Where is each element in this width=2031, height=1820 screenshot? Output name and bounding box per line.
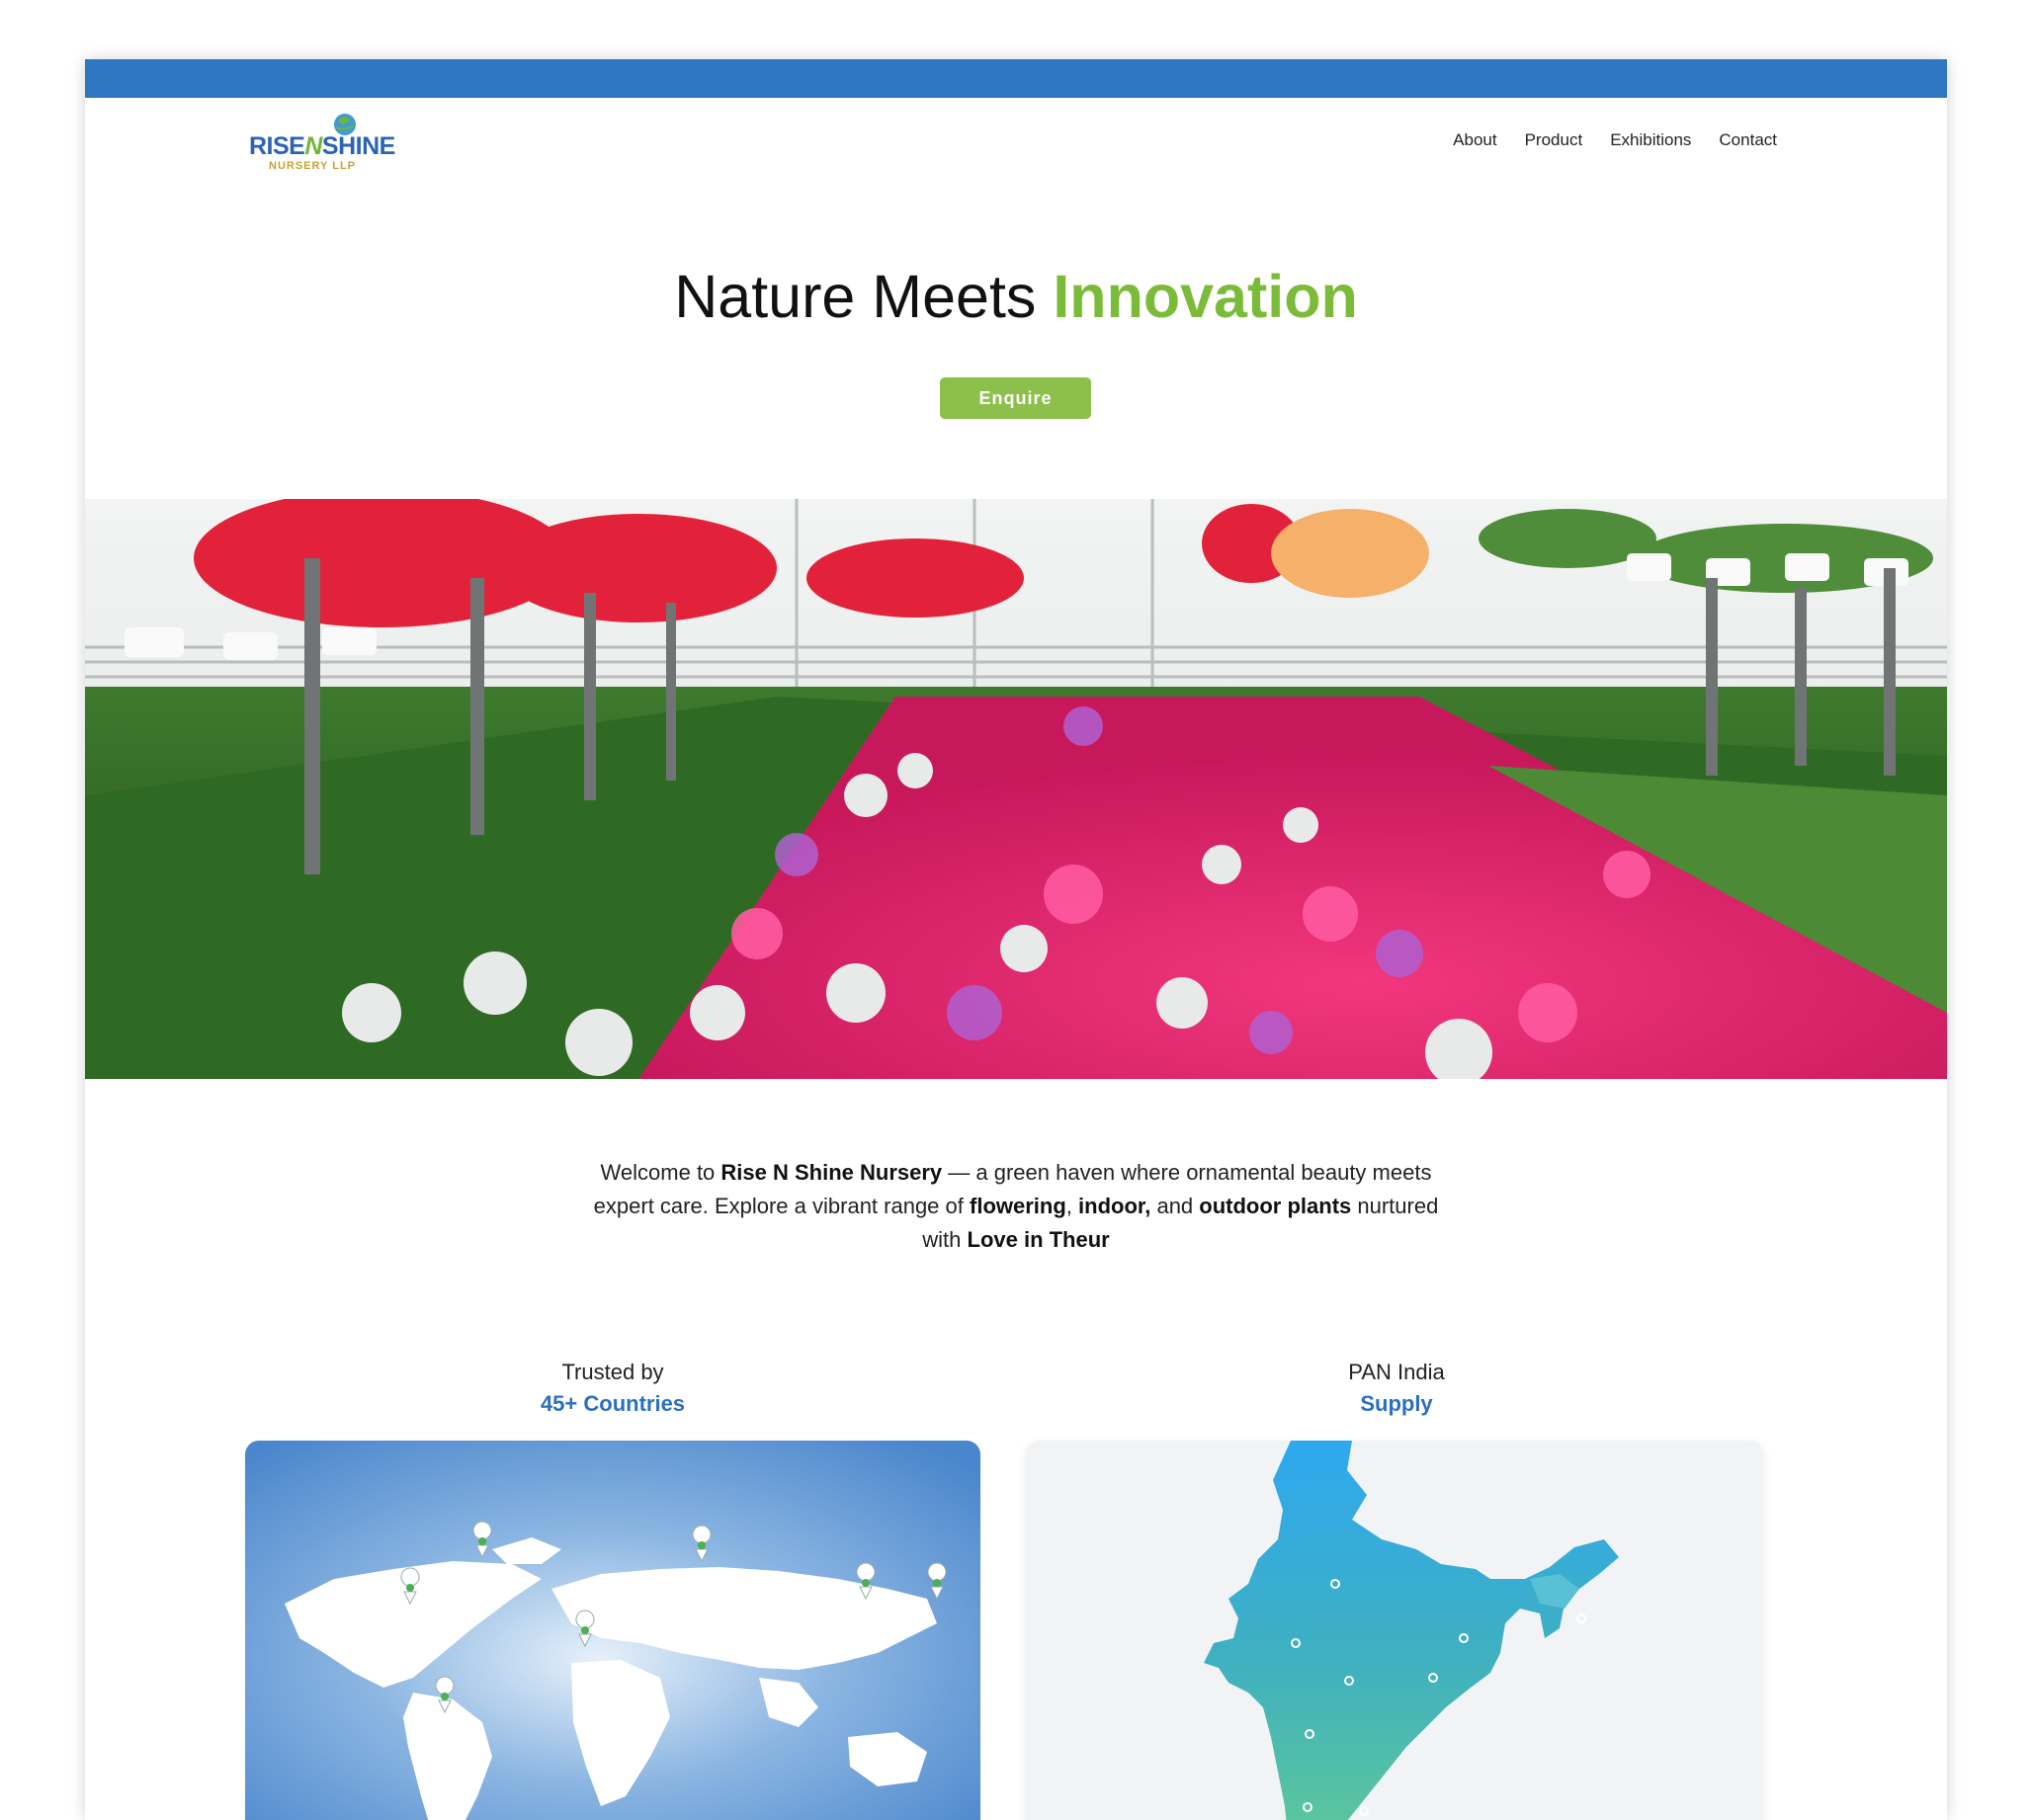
stat-countries-value: 45+ Countries <box>540 1391 686 1416</box>
nav-contact[interactable]: Contact <box>1719 130 1777 150</box>
main-nav: About Product Exhibitions Contact <box>1453 130 1777 150</box>
nav-product[interactable]: Product <box>1525 130 1583 150</box>
logo-text: RISENSHINE <box>249 132 395 160</box>
page-frame: RISENSHINE NURSERY LLP About Product Exh… <box>85 59 1947 1820</box>
stat-supply: PAN India Supply <box>1199 1357 1594 1420</box>
india-map-card <box>1026 1441 1763 1820</box>
stat-supply-label: PAN India <box>1348 1360 1445 1384</box>
india-map-shape <box>1204 1441 1619 1820</box>
nav-about[interactable]: About <box>1453 130 1496 150</box>
top-bar <box>85 59 1947 98</box>
stat-countries-label: Trusted by <box>561 1360 664 1384</box>
stat-countries: Trusted by 45+ Countries <box>415 1357 810 1420</box>
hero-title: Nature Meets Innovation <box>674 263 1358 330</box>
welcome-text: Welcome to Rise N Shine Nursery — a gree… <box>593 1160 1439 1252</box>
stat-supply-value: Supply <box>1360 1391 1433 1416</box>
logo-subtitle: NURSERY LLP <box>269 160 357 172</box>
greenhouse-banner-image <box>85 499 1947 1079</box>
enquire-button[interactable]: Enquire <box>940 377 1091 419</box>
nav-exhibitions[interactable]: Exhibitions <box>1610 130 1691 150</box>
logo[interactable]: RISENSHINE NURSERY LLP <box>249 109 397 178</box>
world-map-card <box>245 1441 980 1820</box>
